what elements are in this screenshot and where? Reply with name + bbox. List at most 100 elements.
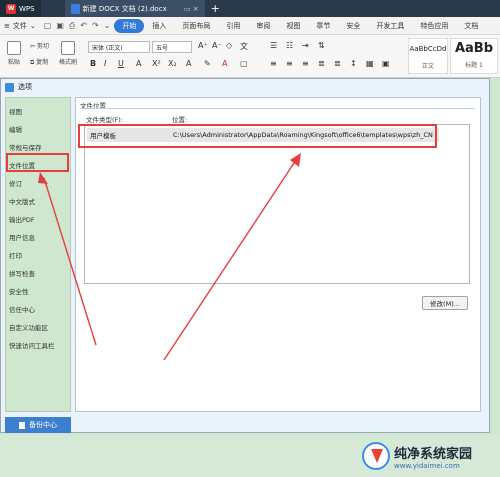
paste-label: 粘贴 xyxy=(7,59,20,66)
save-icon[interactable]: ▣ xyxy=(56,21,64,31)
nav-item-view[interactable]: 视图 xyxy=(9,106,22,116)
highlight-nav-box xyxy=(6,153,69,172)
dialog-title-bar: 选项 xyxy=(1,79,489,95)
align-left-icon[interactable]: ≡ xyxy=(270,59,277,68)
chevron-down-icon: ⌄ xyxy=(29,21,36,30)
file-type-header: 文件类型(F): xyxy=(86,116,124,124)
wps-app-tab[interactable]: W WPS xyxy=(0,0,41,17)
underline-icon[interactable]: U xyxy=(118,59,124,68)
document-tab-title: 新建 DOCX 文档 (2).docx xyxy=(82,4,167,13)
highlight-row-box xyxy=(78,124,437,148)
nav-item-export-pdf[interactable]: 输出PDF xyxy=(9,214,35,224)
tab-security[interactable]: 安全 xyxy=(338,21,368,31)
watermark-logo-icon xyxy=(362,442,390,470)
tab-insert[interactable]: 插入 xyxy=(144,21,174,31)
menu-bar: ≡ 文件 ⌄ ▢ ▣ ⎙ ↶ ↷ ⌄ 开始 插入 页面布局 引用 审阅 视图 章… xyxy=(0,17,500,35)
copy-button[interactable]: ⧉ 复制 xyxy=(30,57,48,67)
tab-references[interactable]: 引用 xyxy=(218,21,248,31)
more-icon[interactable]: ⌄ xyxy=(104,21,111,31)
group-divider xyxy=(80,108,475,109)
bullets-icon[interactable]: ☰ xyxy=(270,41,277,50)
title-tab-bar: W WPS 新建 DOCX 文档 (2).docx ▭ × + xyxy=(0,0,500,17)
sort-icon[interactable]: ⇅ xyxy=(318,41,325,50)
paste-button[interactable]: 粘贴 xyxy=(4,41,24,66)
tab-view[interactable]: 视图 xyxy=(278,21,308,31)
shading-icon[interactable]: ▦ xyxy=(366,59,374,68)
file-locations-list[interactable]: 用户模板 C:\Users\Administrator\AppData\Roam… xyxy=(84,124,470,284)
style-normal[interactable]: AaBbCcDd 正文 xyxy=(408,38,448,74)
justify-icon[interactable]: ≣ xyxy=(318,59,325,68)
nav-item-quick-access[interactable]: 快速访问工具栏 xyxy=(9,340,55,350)
text-effect-icon[interactable]: A xyxy=(186,59,191,68)
tab-section[interactable]: 章节 xyxy=(308,21,338,31)
italic-icon[interactable]: I xyxy=(104,59,106,68)
quick-access-toolbar: ▢ ▣ ⎙ ↶ ↷ ⌄ xyxy=(40,21,115,31)
options-nav: 视图 编辑 常规与保存 文件位置 修订 中文版式 输出PDF 用户信息 打印 拼… xyxy=(5,97,71,412)
style-heading1-sample: AaBb xyxy=(454,41,494,56)
font-color-icon[interactable]: A xyxy=(222,59,227,68)
clear-format-icon[interactable]: ◇ xyxy=(226,41,232,50)
tab-home[interactable]: 开始 xyxy=(114,18,145,33)
app-name: WPS xyxy=(19,4,35,13)
cut-button[interactable]: ✂ 剪切 xyxy=(30,41,49,50)
redo-icon[interactable]: ↷ xyxy=(92,21,99,31)
modify-button[interactable]: 修改(M)... xyxy=(422,296,468,310)
nav-item-general-save[interactable]: 常规与保存 xyxy=(9,142,42,152)
superscript-icon[interactable]: X² xyxy=(152,59,161,68)
watermark-text: 纯净系统家园 www.yidaimei.com xyxy=(394,443,472,470)
char-border-icon[interactable]: ▢ xyxy=(240,59,248,68)
paste-icon xyxy=(7,41,21,55)
backup-center-button[interactable]: 备份中心 xyxy=(5,417,71,433)
tab-special-apps[interactable]: 特色应用 xyxy=(412,21,456,31)
tab-page-layout[interactable]: 页面布局 xyxy=(174,21,218,31)
site-watermark: 纯净系统家园 www.yidaimei.com xyxy=(362,438,498,474)
nav-item-print[interactable]: 打印 xyxy=(9,250,22,260)
borders-icon[interactable]: ▣ xyxy=(382,59,390,68)
phonetic-icon[interactable]: 文 xyxy=(240,41,248,52)
indent-icon[interactable]: ⇥ xyxy=(302,41,309,50)
watermark-url: www.yidaimei.com xyxy=(394,461,460,470)
align-center-icon[interactable]: ≡ xyxy=(286,59,293,68)
backup-icon xyxy=(19,421,25,429)
highlight-icon[interactable]: ✎ xyxy=(204,59,211,68)
format-painter-label: 格式刷 xyxy=(58,59,77,66)
tab-document[interactable]: 文档 xyxy=(456,21,486,31)
numbering-icon[interactable]: ☷ xyxy=(286,41,293,50)
new-tab-button[interactable]: + xyxy=(211,2,220,15)
ribbon-toolbar: 粘贴 ✂ 剪切 ⧉ 复制 格式刷 宋体 (正文) 五号 A⁺ A⁻ ◇ 文 B … xyxy=(0,35,500,78)
font-size-select[interactable]: 五号 xyxy=(152,41,192,53)
grow-font-icon[interactable]: A⁺ xyxy=(198,41,208,50)
subscript-icon[interactable]: X₂ xyxy=(168,59,177,68)
tab-developer[interactable]: 开发工具 xyxy=(368,21,412,31)
nav-item-trust-center[interactable]: 信任中心 xyxy=(9,304,35,314)
format-painter-button[interactable]: 格式刷 xyxy=(58,41,78,66)
nav-item-spelling[interactable]: 拼写检查 xyxy=(9,268,35,278)
file-menu-button[interactable]: ≡ 文件 ⌄ xyxy=(0,21,40,31)
print-icon[interactable]: ⎙ xyxy=(69,21,75,31)
align-right-icon[interactable]: ≡ xyxy=(302,59,309,68)
undo-icon[interactable]: ↶ xyxy=(80,21,87,31)
style-heading1[interactable]: AaBb 标题 1 xyxy=(450,38,498,74)
nav-item-edit[interactable]: 编辑 xyxy=(9,124,22,134)
tab-review[interactable]: 审阅 xyxy=(248,21,278,31)
line-spacing-icon[interactable]: ↕ xyxy=(350,59,357,68)
open-icon[interactable]: ▢ xyxy=(44,21,52,31)
dialog-title: 选项 xyxy=(18,83,32,91)
distributed-icon[interactable]: ≣ xyxy=(334,59,341,68)
font-name-select[interactable]: 宋体 (正文) xyxy=(88,41,150,53)
nav-item-user-info[interactable]: 用户信息 xyxy=(9,232,35,242)
style-normal-sample: AaBbCcDd xyxy=(409,45,447,53)
bold-icon[interactable]: B xyxy=(90,59,96,68)
nav-item-revisions[interactable]: 修订 xyxy=(9,178,22,188)
location-header: 位置: xyxy=(172,116,188,124)
nav-item-customize-ribbon[interactable]: 自定义功能区 xyxy=(9,322,48,332)
document-tab[interactable]: 新建 DOCX 文档 (2).docx ▭ × xyxy=(64,0,205,17)
shrink-font-icon[interactable]: A⁻ xyxy=(212,41,222,50)
file-menu-label: 文件 xyxy=(12,21,27,30)
strikethrough-icon[interactable]: A xyxy=(136,59,141,68)
nav-item-chinese-layout[interactable]: 中文版式 xyxy=(9,196,35,206)
nav-item-security[interactable]: 安全性 xyxy=(9,286,29,296)
format-painter-icon xyxy=(61,41,75,55)
tab-controls-icon[interactable]: ▭ × xyxy=(184,5,199,13)
style-normal-name: 正文 xyxy=(421,63,434,70)
